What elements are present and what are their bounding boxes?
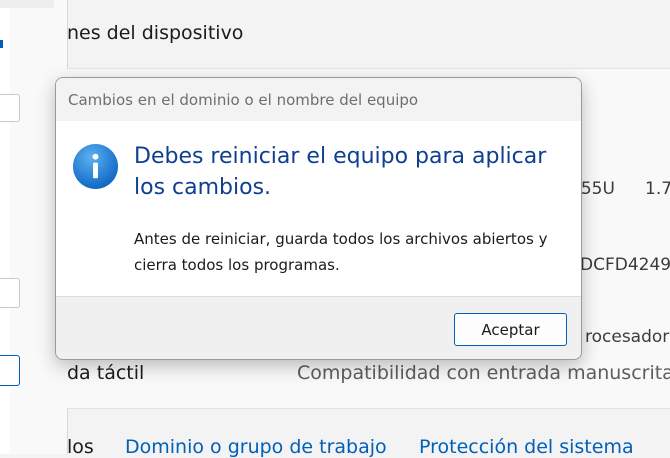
touch-row-label: da táctil <box>67 362 145 384</box>
domain-workgroup-link[interactable]: Dominio o grupo de trabajo <box>125 436 387 458</box>
accent-marker <box>0 40 3 48</box>
dialog-titlebar[interactable]: Cambios en el dominio o el nombre del eq… <box>56 78 581 121</box>
dialog-footer: Aceptar <box>56 296 581 359</box>
left-field-1[interactable] <box>0 94 20 122</box>
left-field-3[interactable] <box>0 355 20 386</box>
dialog-message: Antes de reiniciar, guarda todos los arc… <box>134 230 548 274</box>
divider <box>67 408 670 409</box>
info-icon <box>72 143 119 190</box>
processor-fragment: rocesador <box>585 327 670 347</box>
left-window-topband <box>0 0 54 8</box>
dialog-title: Cambios en el dominio o el nombre del eq… <box>68 91 419 109</box>
accept-button[interactable]: Aceptar <box>454 313 567 346</box>
device-id-fragment: DCFD4249 <box>580 255 670 275</box>
system-protection-link[interactable]: Protección del sistema <box>419 436 634 458</box>
dialog-body: Debes reiniciar el equipo para aplicar l… <box>56 121 581 296</box>
restart-dialog: Cambios en el dominio o el nombre del eq… <box>55 77 582 360</box>
page-title: nes del dispositivo <box>67 22 244 44</box>
related-settings-label: los <box>67 436 94 458</box>
dialog-heading: Debes reiniciar el equipo para aplicar l… <box>134 144 547 200</box>
left-field-2[interactable] <box>0 278 20 308</box>
touch-row-value: Compatibilidad con entrada manuscrita y <box>297 362 670 384</box>
cpu-speed-fragment: 1.7 <box>645 179 670 199</box>
